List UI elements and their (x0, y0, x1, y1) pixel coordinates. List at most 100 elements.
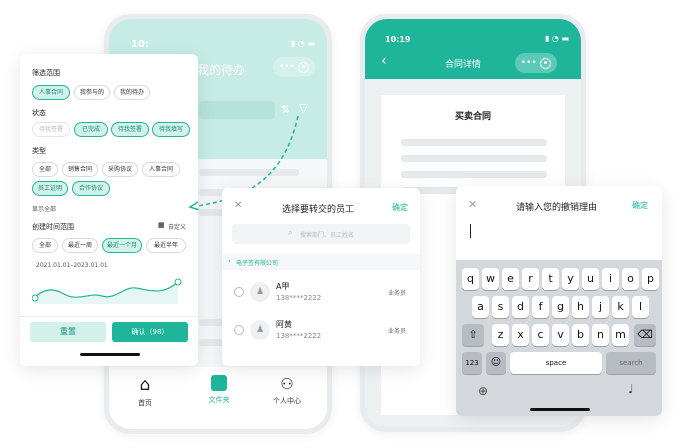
status-icons: ▮ ◔ ▬ (290, 39, 315, 48)
chip-type[interactable]: 采购协议 (102, 162, 138, 177)
tab-home[interactable]: ⌂ 首页 (127, 375, 163, 408)
key[interactable]: t (542, 268, 559, 290)
key[interactable]: h (572, 296, 589, 318)
status-time: 10: (131, 39, 149, 50)
employee-name: 阿黄 (276, 320, 292, 329)
emoji-icon[interactable]: ☺ (486, 352, 506, 374)
contract-header: 10:19 ▮ ◔ ▬ ‹ 合同详情 ••• (365, 19, 581, 79)
key[interactable]: m (612, 324, 629, 346)
tab-folder[interactable]: 文件夹 (201, 375, 237, 405)
key[interactable]: e (502, 268, 519, 290)
chip-type[interactable]: 销售合同 (62, 162, 98, 177)
chip-time[interactable]: 最近半年 (146, 238, 186, 253)
chip-type[interactable]: 合作协议 (72, 181, 110, 196)
key[interactable]: b (572, 324, 589, 346)
key[interactable]: s (492, 296, 509, 318)
date-range: 2021.01.01–2023.01.01 (36, 262, 108, 269)
text-cursor[interactable] (470, 224, 471, 238)
key[interactable]: a (472, 296, 489, 318)
search-key[interactable]: search (606, 352, 656, 374)
custom-link[interactable]: 自定义 (168, 222, 186, 231)
key[interactable]: g (552, 296, 569, 318)
time-title: 创建时间范围 (32, 223, 74, 231)
employee-row[interactable]: ♟ A甲 138****2222 业务员 (222, 276, 420, 310)
target-icon (298, 61, 310, 73)
employee-row[interactable]: ♟ 阿黄 138****2222 业务员 (222, 314, 420, 348)
key[interactable]: v (552, 324, 569, 346)
key[interactable]: n (592, 324, 609, 346)
page-title: 我的待办 (197, 63, 246, 77)
chip-status[interactable]: 已完成 (74, 122, 108, 137)
search-input[interactable]: ⌕ 搜索部门、员工姓名 (232, 224, 410, 244)
chip-status[interactable]: 待我签署 (111, 122, 149, 137)
key[interactable]: u (582, 268, 599, 290)
show-all-link[interactable]: 显示全部 (32, 204, 56, 213)
person-icon: ⚇ (280, 375, 294, 393)
chip-status[interactable]: 待我填写 (152, 122, 190, 137)
filter-panel: 筛选范围 人事合同 我参与的 我的待办 状态 待我签署 已完成 待我签署 待我填… (20, 54, 198, 366)
transfer-title: 选择要转交的员工 (282, 205, 355, 215)
breadcrumb-label[interactable]: 电子签有限公司 (236, 258, 278, 267)
transfer-confirm[interactable]: 确定 (392, 202, 408, 213)
key[interactable]: c (532, 324, 549, 346)
chip-scope[interactable]: 我的待办 (114, 85, 150, 100)
page-title: 合同详情 (445, 60, 482, 70)
keyboard: q w e r t y u i o p a s d f g h j k l ⇧ … (456, 260, 662, 416)
globe-icon[interactable]: ⊕ (478, 384, 488, 398)
radio-button[interactable] (234, 325, 244, 335)
key[interactable]: z (492, 324, 509, 346)
shift-key[interactable]: ⇧ (462, 324, 484, 346)
back-icon[interactable]: ‹ (381, 53, 387, 69)
revoke-confirm[interactable]: 确定 (632, 200, 648, 211)
transfer-panel: ✕ 选择要转交的员工 确定 ⌕ 搜索部门、员工姓名 ‹ 电子签有限公司 ♟ A甲… (222, 188, 420, 366)
key[interactable]: o (622, 268, 639, 290)
folder-icon (211, 375, 227, 391)
chip-time[interactable]: 最近一个月 (102, 238, 142, 253)
chip-scope[interactable]: 我参与的 (74, 85, 110, 100)
chip-scope[interactable]: 人事合同 (32, 85, 70, 100)
target-icon (540, 57, 552, 69)
chip-type[interactable]: 全部 (32, 162, 58, 177)
key[interactable]: d (512, 296, 529, 318)
calendar-icon[interactable]: ▦ (158, 221, 165, 229)
numbers-key[interactable]: 123 (462, 352, 482, 374)
employee-phone: 138****2222 (276, 294, 322, 302)
revoke-title: 请输入您的撤销理由 (516, 203, 598, 213)
status-time: 10:19 (385, 35, 411, 44)
radio-button[interactable] (234, 287, 244, 297)
close-icon[interactable]: ✕ (234, 200, 242, 211)
confirm-button[interactable]: 确认（98） (112, 322, 188, 342)
backspace-key[interactable]: ⌫ (634, 324, 656, 346)
chevron-left-icon[interactable]: ‹ (228, 257, 231, 265)
space-key[interactable]: space (510, 352, 602, 374)
employee-role: 业务员 (388, 328, 407, 335)
key[interactable]: w (482, 268, 499, 290)
key[interactable]: j (592, 296, 609, 318)
key[interactable]: i (602, 268, 619, 290)
capsule-menu[interactable]: ••• (515, 53, 557, 73)
search-placeholder: 搜索部门、员工姓名 (300, 232, 355, 239)
tab-profile[interactable]: ⚇ 个人中心 (263, 375, 311, 406)
key[interactable]: q (462, 268, 479, 290)
key[interactable]: f (532, 296, 549, 318)
tab-label: 文件夹 (208, 396, 230, 404)
key[interactable]: l (632, 296, 649, 318)
key[interactable]: r (522, 268, 539, 290)
chip-time[interactable]: 最近一周 (62, 238, 98, 253)
document-title: 买卖合同 (454, 112, 491, 122)
chip-type[interactable]: 员工证明 (32, 181, 68, 196)
capsule-menu[interactable]: ••• (273, 57, 315, 77)
key[interactable]: p (642, 268, 659, 290)
date-range-slider[interactable] (32, 274, 188, 306)
key[interactable]: x (512, 324, 529, 346)
chip-type[interactable]: 人事合同 (142, 162, 180, 177)
chip-status: 待我签署 (32, 122, 70, 137)
close-icon[interactable]: ✕ (468, 198, 477, 211)
key[interactable]: k (612, 296, 629, 318)
tab-bar: ⌂ 首页 文件夹 ⚇ 个人中心 (109, 367, 327, 429)
microphone-icon[interactable]: ♩ (628, 382, 634, 396)
key[interactable]: y (562, 268, 579, 290)
reset-button[interactable]: 重置 (30, 322, 106, 342)
status-title: 状态 (32, 109, 46, 117)
chip-time[interactable]: 全部 (32, 238, 58, 253)
